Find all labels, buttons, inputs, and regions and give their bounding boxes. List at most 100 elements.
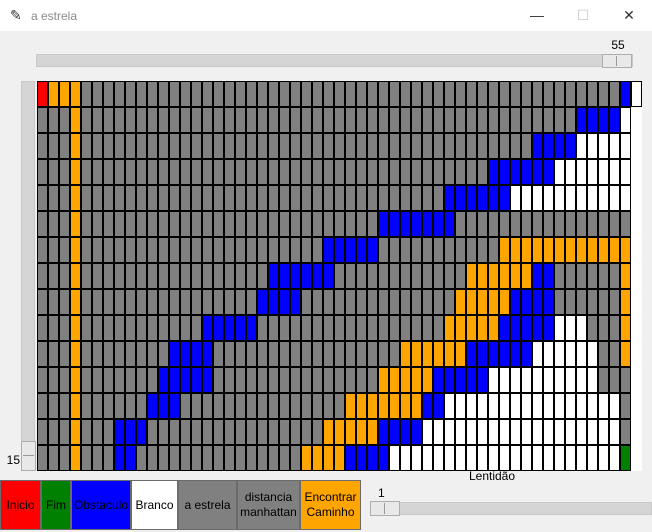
cell-path[interactable] [422, 367, 433, 393]
cell-obstacle[interactable] [301, 263, 312, 289]
cell-unvisited[interactable] [400, 159, 411, 185]
cell-unvisited[interactable] [301, 315, 312, 341]
cell-unvisited[interactable] [169, 445, 180, 471]
cell-unvisited[interactable] [213, 211, 224, 237]
cell-unvisited[interactable] [169, 263, 180, 289]
cell-unvisited[interactable] [180, 263, 191, 289]
cell-unvisited[interactable] [455, 159, 466, 185]
cell-unvisited[interactable] [378, 81, 389, 107]
cell-unvisited[interactable] [257, 211, 268, 237]
cell-unvisited[interactable] [257, 393, 268, 419]
cell-unvisited[interactable] [499, 211, 510, 237]
cell-white[interactable] [532, 367, 543, 393]
cell-unvisited[interactable] [268, 341, 279, 367]
cell-unvisited[interactable] [499, 107, 510, 133]
cell-unvisited[interactable] [191, 159, 202, 185]
cell-unvisited[interactable] [279, 133, 290, 159]
cell-obstacle[interactable] [180, 367, 191, 393]
cell-obstacle[interactable] [543, 263, 554, 289]
cell-unvisited[interactable] [257, 133, 268, 159]
cell-unvisited[interactable] [257, 315, 268, 341]
cell-unvisited[interactable] [477, 211, 488, 237]
cell-unvisited[interactable] [224, 133, 235, 159]
cell-unvisited[interactable] [37, 419, 48, 445]
cell-white[interactable] [477, 445, 488, 471]
cell-end[interactable] [620, 445, 631, 471]
cell-unvisited[interactable] [147, 445, 158, 471]
cell-unvisited[interactable] [202, 289, 213, 315]
cell-unvisited[interactable] [169, 107, 180, 133]
cell-unvisited[interactable] [510, 81, 521, 107]
cell-unvisited[interactable] [59, 263, 70, 289]
cell-unvisited[interactable] [433, 185, 444, 211]
cell-unvisited[interactable] [356, 289, 367, 315]
cell-unvisited[interactable] [257, 159, 268, 185]
cell-unvisited[interactable] [301, 393, 312, 419]
cell-unvisited[interactable] [345, 185, 356, 211]
cell-unvisited[interactable] [356, 341, 367, 367]
cell-unvisited[interactable] [543, 107, 554, 133]
cell-unvisited[interactable] [169, 315, 180, 341]
cell-unvisited[interactable] [125, 185, 136, 211]
cell-unvisited[interactable] [400, 263, 411, 289]
cell-white[interactable] [609, 185, 620, 211]
cell-unvisited[interactable] [378, 133, 389, 159]
cell-obstacle[interactable] [510, 341, 521, 367]
cell-unvisited[interactable] [59, 289, 70, 315]
cell-white[interactable] [565, 393, 576, 419]
cell-unvisited[interactable] [48, 419, 59, 445]
cell-obstacle[interactable] [565, 133, 576, 159]
cell-unvisited[interactable] [356, 185, 367, 211]
cell-unvisited[interactable] [213, 263, 224, 289]
cell-unvisited[interactable] [48, 237, 59, 263]
cell-unvisited[interactable] [136, 107, 147, 133]
cell-unvisited[interactable] [257, 341, 268, 367]
cell-unvisited[interactable] [202, 159, 213, 185]
cell-obstacle[interactable] [191, 341, 202, 367]
cell-obstacle[interactable] [609, 107, 620, 133]
cell-unvisited[interactable] [532, 107, 543, 133]
cell-obstacle[interactable] [444, 211, 455, 237]
cell-unvisited[interactable] [290, 419, 301, 445]
cell-unvisited[interactable] [81, 393, 92, 419]
cell-obstacle[interactable] [488, 159, 499, 185]
cell-unvisited[interactable] [224, 393, 235, 419]
cell-unvisited[interactable] [81, 289, 92, 315]
cell-unvisited[interactable] [268, 445, 279, 471]
cell-unvisited[interactable] [37, 185, 48, 211]
cell-unvisited[interactable] [147, 185, 158, 211]
cell-unvisited[interactable] [554, 211, 565, 237]
cell-unvisited[interactable] [37, 367, 48, 393]
cell-unvisited[interactable] [444, 133, 455, 159]
cell-path[interactable] [521, 237, 532, 263]
cell-unvisited[interactable] [422, 315, 433, 341]
cell-white[interactable] [499, 393, 510, 419]
cell-unvisited[interactable] [246, 133, 257, 159]
cell-unvisited[interactable] [136, 263, 147, 289]
cell-obstacle[interactable] [576, 107, 587, 133]
cell-obstacle[interactable] [114, 445, 125, 471]
close-button[interactable]: ✕ [606, 0, 652, 31]
cell-unvisited[interactable] [103, 159, 114, 185]
cell-obstacle[interactable] [477, 367, 488, 393]
cell-unvisited[interactable] [125, 237, 136, 263]
start-button[interactable]: Inicio [0, 480, 41, 530]
cell-unvisited[interactable] [334, 211, 345, 237]
cell-path[interactable] [620, 237, 631, 263]
cell-white[interactable] [422, 445, 433, 471]
cell-path[interactable] [378, 393, 389, 419]
cell-unvisited[interactable] [147, 107, 158, 133]
cell-unvisited[interactable] [114, 81, 125, 107]
cell-white[interactable] [609, 393, 620, 419]
cell-obstacle[interactable] [499, 341, 510, 367]
cell-unvisited[interactable] [290, 159, 301, 185]
cell-unvisited[interactable] [81, 419, 92, 445]
cell-path[interactable] [411, 367, 422, 393]
cell-obstacle[interactable] [499, 315, 510, 341]
cell-unvisited[interactable] [554, 81, 565, 107]
cell-unvisited[interactable] [411, 159, 422, 185]
cell-unvisited[interactable] [125, 341, 136, 367]
cell-white[interactable] [400, 445, 411, 471]
grid-size-scale-thumb[interactable] [602, 54, 632, 68]
cell-obstacle[interactable] [466, 185, 477, 211]
